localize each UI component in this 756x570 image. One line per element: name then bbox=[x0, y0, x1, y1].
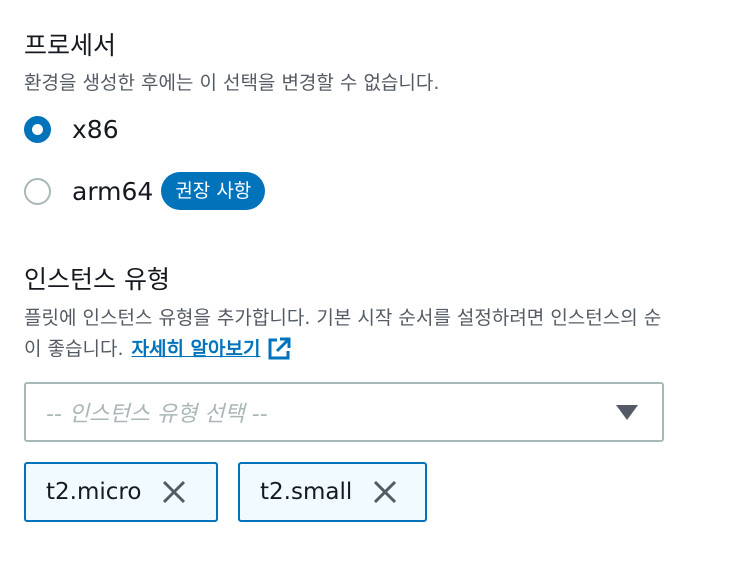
learn-more-link[interactable]: 자세히 알아보기 bbox=[131, 334, 260, 364]
radio-arm64[interactable] bbox=[24, 177, 51, 205]
radio-arm64-label[interactable]: arm64 bbox=[72, 177, 153, 206]
instance-types-title: 인스턴스 유형 bbox=[24, 265, 170, 294]
select-placeholder: -- 인스턴스 유형 선택 -- bbox=[46, 402, 268, 427]
close-icon[interactable] bbox=[370, 477, 400, 507]
token-label: t2.small bbox=[260, 479, 353, 505]
close-icon[interactable] bbox=[159, 477, 189, 507]
instance-types-description-tail: 이 좋습니다. bbox=[24, 338, 124, 360]
instance-types-description: 플릿에 인스턴스 유형을 추가합니다. 기본 시작 순서를 설정하려면 인스턴스… bbox=[24, 307, 662, 329]
radio-x86-label[interactable]: x86 bbox=[72, 115, 119, 144]
processor-title: 프로세서 bbox=[24, 31, 117, 60]
radio-x86[interactable] bbox=[24, 115, 51, 143]
external-link-icon[interactable] bbox=[266, 336, 292, 362]
recommended-badge: 권장 사항 bbox=[161, 172, 266, 210]
token-t2-micro: t2.micro bbox=[24, 462, 218, 522]
caret-down-icon bbox=[616, 404, 638, 420]
instance-types-description-line2: 이 좋습니다. 자세히 알아보기 bbox=[24, 334, 292, 364]
page: 프로세서 환경을 생성한 후에는 이 선택을 변경할 수 없습니다. x86 a… bbox=[0, 0, 756, 570]
token-t2-small: t2.small bbox=[238, 462, 427, 522]
radio-option-arm64[interactable]: arm64 권장 사항 bbox=[24, 172, 266, 210]
processor-description: 환경을 생성한 후에는 이 선택을 변경할 수 없습니다. bbox=[24, 72, 440, 94]
radio-option-x86[interactable]: x86 bbox=[24, 111, 119, 147]
instance-type-select[interactable]: -- 인스턴스 유형 선택 -- bbox=[24, 382, 664, 442]
token-label: t2.micro bbox=[46, 479, 142, 505]
